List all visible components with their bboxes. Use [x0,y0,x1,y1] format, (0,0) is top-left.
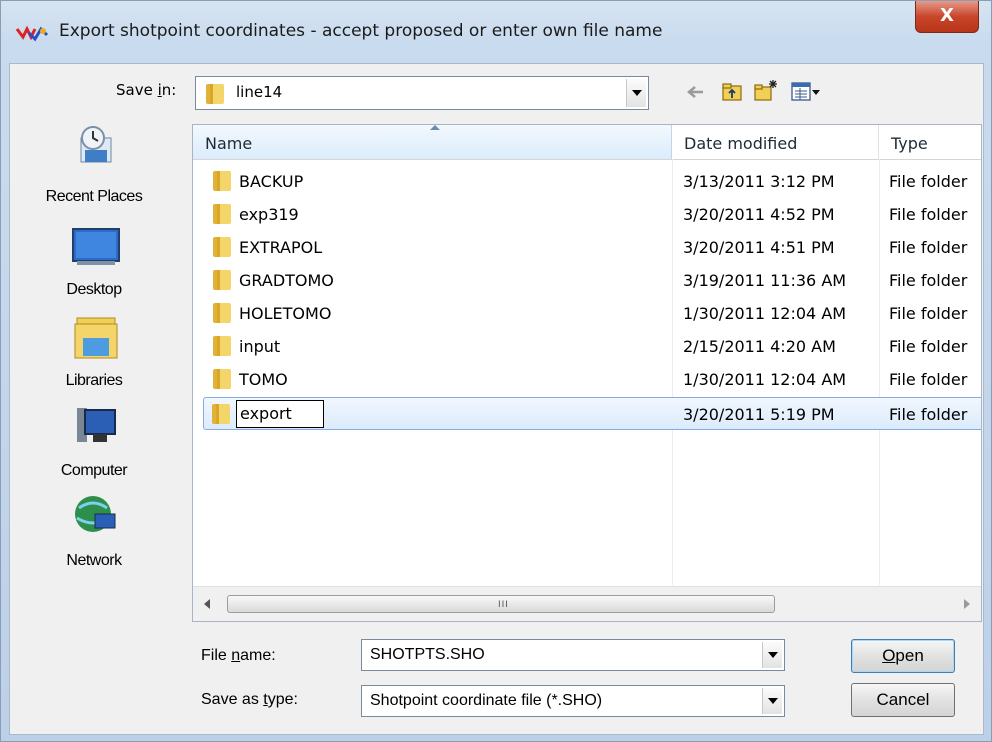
list-item[interactable]: TOMO 1/30/2011 12:04 AM File folder [193,363,981,396]
list-header: Name Date modified Type [193,125,981,160]
recent-places-icon [80,126,112,163]
file-date: 3/13/2011 3:12 PM [683,172,835,191]
column-header-label: Date modified [684,134,798,153]
file-type: File folder [889,238,968,257]
horizontal-scrollbar[interactable]: III [193,586,981,621]
file-name: exp319 [239,205,299,224]
column-header-label: Name [205,134,253,153]
file-name: GRADTOMO [239,271,334,290]
file-name-label-suffix: ame: [240,647,276,664]
folder-icon [212,404,230,424]
list-item-selected[interactable]: export 3/20/2011 5:19 PM File folder [203,397,981,430]
file-type: File folder [889,172,968,191]
close-icon: X [940,5,954,26]
column-header-type[interactable]: Type [879,125,981,159]
file-date: 1/30/2011 12:04 AM [683,370,847,389]
back-arrow-icon[interactable] [685,83,705,101]
scrollbar-grip: III [498,600,509,610]
up-folder-icon[interactable] [721,81,743,103]
network-icon [75,496,116,532]
file-date: 1/30/2011 12:04 AM [683,304,847,323]
close-button[interactable]: X [915,1,979,33]
file-date: 3/20/2011 4:51 PM [683,238,835,257]
save-in-dropdown-arrow[interactable] [626,79,646,107]
file-name-label: File name: [201,647,276,665]
computer-icon [77,408,116,442]
desktop-icon [72,228,120,265]
sort-ascending-icon [430,125,440,130]
save-as-type-label-text: Save as [201,691,264,708]
place-label: Desktop [66,281,122,298]
file-name-combo[interactable]: SHOTPTS.SHO [361,639,785,671]
cancel-button[interactable]: Cancel [851,683,955,717]
save-in-value: line14 [236,83,283,101]
folder-icon [213,171,231,191]
folder-icon [213,204,231,224]
file-name-input[interactable]: SHOTPTS.SHO [370,646,485,664]
list-item[interactable]: GRADTOMO 3/19/2011 11:36 AM File folder [193,264,981,297]
window-title: Export shotpoint coordinates - accept pr… [59,21,663,41]
file-type: File folder [889,370,968,389]
file-name: EXTRAPOL [239,238,323,257]
list-item[interactable]: HOLETOMO 1/30/2011 12:04 AM File folder [193,297,981,330]
libraries-icon [74,317,118,359]
save-as-type-combo[interactable]: Shotpoint coordinate file (*.SHO) [361,685,785,717]
file-name-label-accel: n [231,647,241,664]
folder-icon [213,369,231,389]
save-in-combo[interactable]: line14 [195,76,649,110]
list-item[interactable]: BACKUP 3/13/2011 3:12 PM File folder [193,165,981,198]
place-label: Libraries [65,372,123,389]
file-name: BACKUP [239,172,304,191]
save-as-type-label-suffix: ype: [267,691,298,708]
app-icon [15,25,49,42]
list-item[interactable]: input 2/15/2011 4:20 AM File folder [193,330,981,363]
file-type: File folder [889,205,968,224]
place-label: Recent Places [45,188,143,205]
place-label: Computer [60,462,128,479]
place-label: Network [66,552,122,569]
folder-icon [213,336,231,356]
scroll-left-icon[interactable] [203,599,211,609]
file-date: 3/19/2011 11:36 AM [683,271,847,290]
file-type: File folder [889,304,968,323]
dialog-window: Export shotpoint coordinates - accept pr… [0,0,992,742]
file-name: input [239,337,281,356]
file-type: File folder [889,405,968,424]
file-date: 2/15/2011 4:20 AM [683,337,836,356]
file-name: HOLETOMO [239,304,332,323]
folder-icon [213,303,231,323]
file-list[interactable]: Name Date modified Type BACKUP 3/13/2011… [192,124,982,622]
column-header-date[interactable]: Date modified [672,125,879,159]
file-date: 3/20/2011 5:19 PM [683,405,835,424]
file-date: 3/20/2011 4:52 PM [683,205,835,224]
column-header-label: Type [891,134,928,153]
open-button-label: pen [895,646,924,665]
column-header-name[interactable]: Name [193,125,672,159]
folder-icon [206,84,224,104]
view-menu-icon[interactable] [791,81,821,103]
places-bar: Recent Places Desktop Libraries Computer… [9,94,179,584]
rename-field[interactable]: export [236,400,324,428]
title-bar[interactable]: Export shotpoint coordinates - accept pr… [1,1,991,65]
file-name-label-text: File [201,647,232,664]
save-as-type-dropdown-arrow[interactable] [762,688,782,714]
file-name: TOMO [239,370,288,389]
scrollbar-thumb[interactable]: III [227,595,775,613]
open-button-accel: O [882,646,896,665]
open-button[interactable]: Open [851,639,955,673]
rename-field-value: export [240,404,292,423]
list-item[interactable]: EXTRAPOL 3/20/2011 4:51 PM File folder [193,231,981,264]
scroll-right-icon[interactable] [963,599,971,609]
folder-icon [213,270,231,290]
file-name-dropdown-arrow[interactable] [762,642,782,668]
file-type: File folder [889,271,968,290]
file-type: File folder [889,337,968,356]
new-folder-icon[interactable] [753,79,779,103]
save-as-type-value: Shotpoint coordinate file (*.SHO) [370,692,603,709]
list-item[interactable]: exp319 3/20/2011 4:52 PM File folder [193,198,981,231]
folder-icon [213,237,231,257]
save-as-type-label: Save as type: [201,691,298,709]
